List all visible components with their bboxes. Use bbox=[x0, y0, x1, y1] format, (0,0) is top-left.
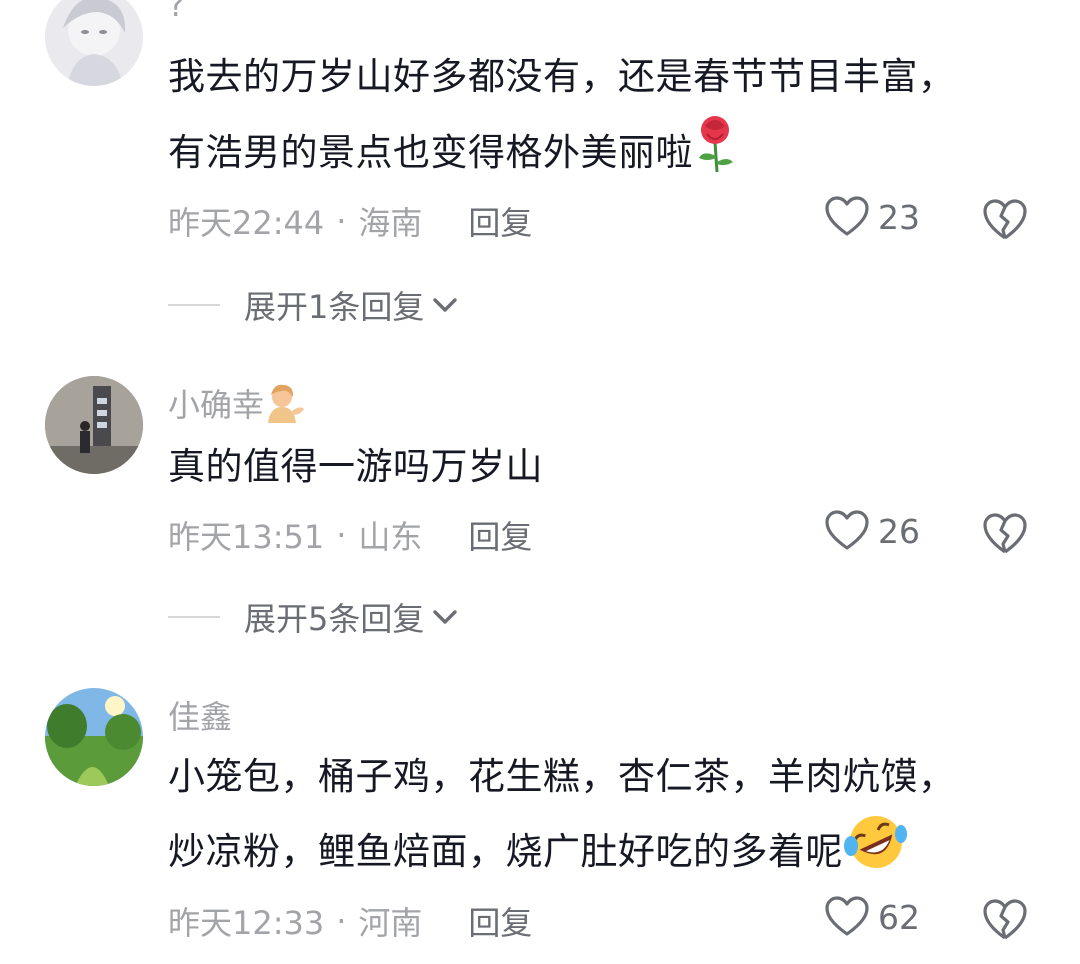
like-count: 26 bbox=[878, 511, 920, 551]
comment-text: 我去的万岁山好多都没有，还是春节节目丰富， 有浩男的景点也变得格外美丽啦 bbox=[168, 42, 1028, 197]
expand-replies-button[interactable]: 展开5条回复 bbox=[168, 594, 460, 640]
comment-meta: 昨天22:44 · 海南 回复 bbox=[168, 198, 532, 244]
like-button[interactable]: 26 bbox=[824, 510, 920, 552]
reply-button[interactable]: 回复 bbox=[468, 898, 532, 944]
separator-dot: · bbox=[336, 516, 347, 554]
comment-text: 真的值得一游吗万岁山 bbox=[168, 432, 1028, 502]
comment-location: 山东 bbox=[358, 518, 423, 556]
comment-meta: 昨天12:33 · 河南 回复 bbox=[168, 898, 532, 944]
chevron-down-icon bbox=[433, 610, 458, 624]
divider-line bbox=[168, 304, 220, 306]
username[interactable]: 小确幸 bbox=[168, 380, 306, 431]
comment-time: 昨天12:33 bbox=[168, 904, 325, 942]
like-button[interactable]: 62 bbox=[824, 896, 920, 938]
heart-icon bbox=[825, 896, 869, 936]
comment-line: 真的值得一游吗万岁山 bbox=[168, 445, 543, 488]
comment-time: 昨天13:51 bbox=[168, 518, 325, 556]
heart-icon bbox=[825, 196, 869, 236]
avatar[interactable] bbox=[45, 376, 143, 474]
username-text: 小确幸 bbox=[168, 386, 265, 424]
comment-text: 小笼包，桶子鸡，花生糕，杏仁茶，羊肉炕馍， 炒凉粉，鲤鱼焙面，烧广肚好吃的多着呢 bbox=[168, 742, 1028, 895]
comment-line: 有浩男的景点也变得格外美丽啦 bbox=[168, 112, 1028, 197]
reply-button[interactable]: 回复 bbox=[468, 512, 532, 558]
username[interactable]: 佳鑫 bbox=[168, 692, 232, 738]
dislike-button[interactable] bbox=[982, 512, 1028, 560]
dislike-button[interactable] bbox=[982, 898, 1028, 946]
rose-emoji bbox=[693, 112, 737, 197]
comment-line: 我去的万岁山好多都没有，还是春节节目丰富， bbox=[168, 55, 956, 98]
comment-location: 海南 bbox=[358, 204, 423, 242]
expand-replies-label: 展开1条回复 bbox=[244, 288, 425, 326]
heart-icon bbox=[825, 510, 869, 550]
username[interactable]: ? bbox=[168, 0, 185, 24]
rolling-laughing-emoji bbox=[843, 812, 909, 895]
comment-location: 河南 bbox=[358, 904, 423, 942]
like-count: 23 bbox=[878, 197, 920, 237]
reply-button[interactable]: 回复 bbox=[468, 198, 532, 244]
chevron-down-icon bbox=[433, 298, 458, 312]
comment-line: 小笼包，桶子鸡，花生糕，杏仁茶，羊肉炕馍， bbox=[168, 755, 956, 798]
broken-heart-icon bbox=[983, 899, 1027, 940]
avatar[interactable] bbox=[45, 688, 143, 786]
dislike-button[interactable] bbox=[982, 198, 1028, 246]
separator-dot: · bbox=[336, 902, 347, 940]
comment-line: 炒凉粉，鲤鱼焙面，烧广肚好吃的多着呢 bbox=[168, 812, 1028, 895]
like-count: 62 bbox=[878, 897, 920, 937]
comment-time: 昨天22:44 bbox=[168, 204, 325, 242]
broken-heart-icon bbox=[983, 199, 1027, 240]
separator-dot: · bbox=[336, 202, 347, 240]
like-button[interactable]: 23 bbox=[824, 196, 920, 238]
person-tipping-hand-emoji bbox=[264, 383, 306, 431]
avatar[interactable] bbox=[45, 0, 143, 86]
divider-line bbox=[168, 616, 220, 618]
expand-replies-label: 展开5条回复 bbox=[244, 600, 425, 638]
comment-line-text: 炒凉粉，鲤鱼焙面，烧广肚好吃的多着呢 bbox=[168, 830, 843, 873]
broken-heart-icon bbox=[983, 513, 1027, 554]
comment-meta: 昨天13:51 · 山东 回复 bbox=[168, 512, 532, 558]
comment-line-text: 有浩男的景点也变得格外美丽啦 bbox=[168, 131, 693, 174]
expand-replies-button[interactable]: 展开1条回复 bbox=[168, 282, 460, 328]
